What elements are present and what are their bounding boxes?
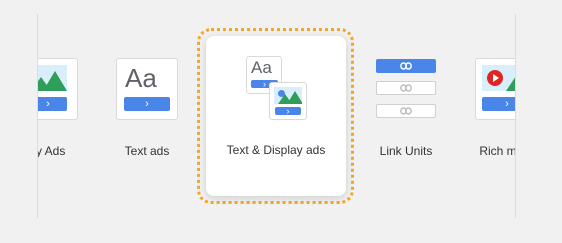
- link-unit-tertiary: [376, 104, 436, 118]
- chevron-right-icon: ›: [505, 97, 509, 110]
- link-icon: [400, 62, 412, 70]
- link-units-label: Link Units: [379, 144, 433, 158]
- link-icon: [400, 84, 412, 92]
- text-display-ads-label: Text & Display ads: [226, 143, 326, 157]
- chevron-right-icon: ›: [286, 105, 290, 116]
- chevron-right-icon: ›: [46, 97, 50, 110]
- video-thumbnail-icon: [482, 65, 515, 91]
- display-ad-card: ›: [38, 58, 78, 120]
- link-icon: [400, 107, 412, 115]
- display-mini-card: ›: [269, 82, 307, 120]
- chevron-right-icon: ›: [263, 78, 266, 89]
- display-ad-cta-bar: ›: [38, 97, 67, 111]
- chevron-right-icon: ›: [145, 97, 149, 110]
- display-mini-cta-bar: ›: [275, 105, 301, 116]
- text-ad-card: Aa ›: [116, 58, 178, 120]
- right-divider: [515, 14, 516, 218]
- rich-media-label: Rich m: [479, 144, 515, 158]
- rich-media-cta-bar: ›: [482, 97, 515, 111]
- image-icon: [274, 87, 302, 104]
- text-ad-cta-bar: ›: [124, 97, 170, 111]
- text-ads-label: Text ads: [124, 144, 170, 158]
- display-ads-label: lay Ads: [38, 144, 66, 158]
- rich-media-ad-card: ›: [475, 58, 515, 120]
- link-unit-secondary: [376, 81, 436, 95]
- text-aa-glyph: Aa: [251, 58, 272, 77]
- text-aa-glyph: Aa: [125, 63, 157, 93]
- play-icon: [487, 70, 503, 86]
- ad-type-text-display[interactable]: Aa › › Text & Display ads: [206, 36, 346, 196]
- image-icon: [38, 65, 67, 91]
- link-unit-primary: [376, 59, 436, 73]
